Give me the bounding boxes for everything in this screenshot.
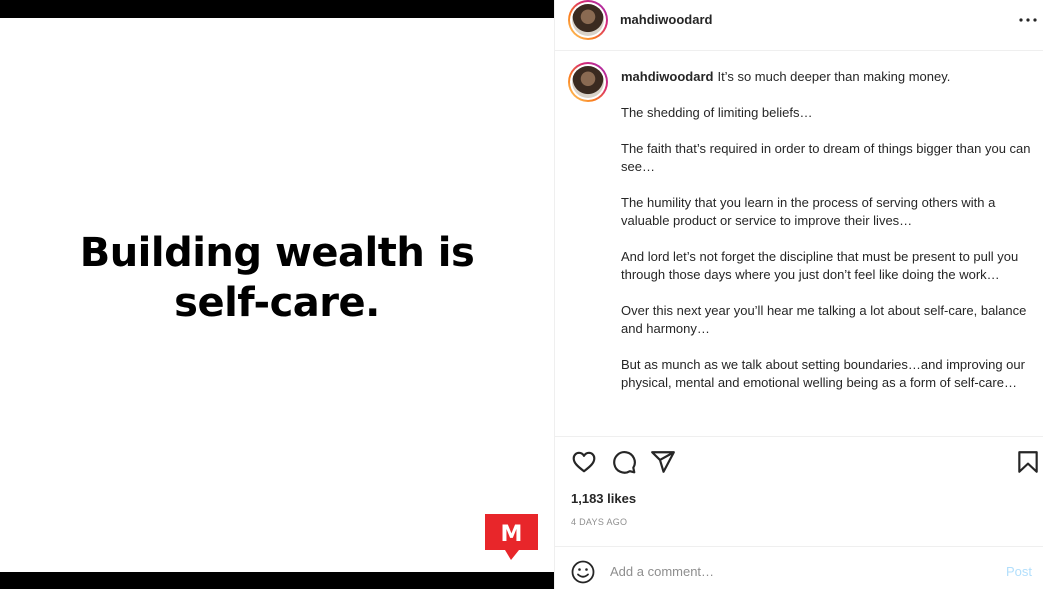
section-divider (555, 436, 1043, 437)
comment-form: Post (555, 547, 1043, 589)
more-options-icon[interactable] (1018, 13, 1038, 27)
caption-text: mahdiwoodard It’s so much deeper than mak… (621, 68, 1031, 410)
headline-line-2: self-care. (174, 280, 380, 326)
post-comment-button[interactable]: Post (1006, 564, 1032, 579)
caption-paragraph: The shedding of limiting beliefs… (621, 105, 813, 120)
post-media[interactable]: Building wealth is self-care. M (0, 0, 554, 589)
headline-line-1: Building wealth is (79, 230, 475, 276)
bookmark-icon[interactable] (1015, 449, 1041, 475)
caption-paragraph: Over this next year you’ll hear me talki… (621, 303, 1027, 336)
brand-logo: M (485, 514, 538, 560)
caption-paragraph: And lord let’s not forget the discipline… (621, 249, 1019, 282)
caption-author-avatar[interactable] (568, 62, 608, 102)
caption-first-line: It’s so much deeper than making money. (717, 69, 951, 84)
action-bar (555, 445, 1043, 481)
letterbox-bottom (0, 572, 554, 589)
author-username[interactable]: mahdiwoodard (620, 12, 712, 27)
caption-area: mahdiwoodard It’s so much deeper than mak… (555, 52, 1043, 436)
comment-icon[interactable] (611, 449, 637, 475)
caption-paragraph: But as munch as we talk about setting bo… (621, 357, 1025, 390)
heart-icon[interactable] (571, 449, 597, 475)
post-timestamp[interactable]: 4 DAYS AGO (571, 517, 627, 527)
media-headline: Building wealth is self-care. (0, 228, 554, 328)
comment-input[interactable] (610, 559, 990, 583)
emoji-icon[interactable] (571, 560, 595, 584)
svg-text:M: M (501, 522, 523, 547)
caption-paragraph: The faith that’s required in order to dr… (621, 141, 1031, 174)
author-avatar[interactable] (568, 0, 608, 40)
caption-username[interactable]: mahdiwoodard (621, 69, 713, 84)
post-header: mahdiwoodard (555, 0, 1043, 51)
caption-paragraph: The humility that you learn in the proce… (621, 195, 996, 228)
likes-count[interactable]: 1,183 likes (571, 491, 636, 506)
post-sidebar: mahdiwoodard mahdiwoodard It’s so much de… (554, 0, 1043, 589)
letterbox-top (0, 0, 554, 18)
send-icon[interactable] (650, 449, 676, 475)
